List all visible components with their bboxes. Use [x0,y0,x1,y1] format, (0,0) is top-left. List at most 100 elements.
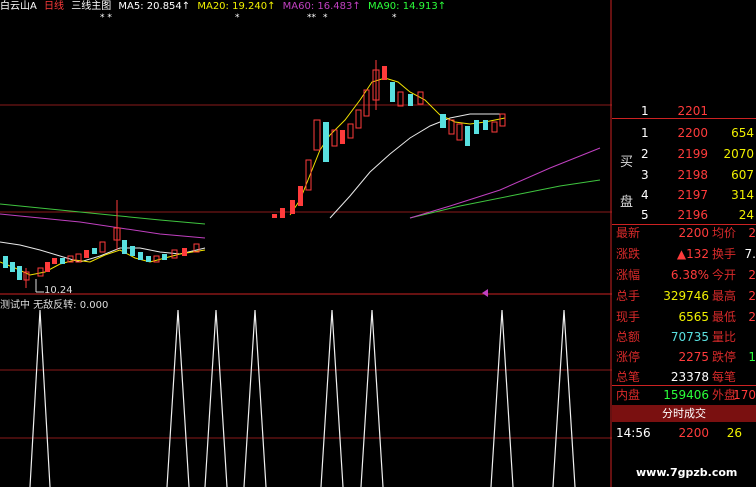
cursor-marker [482,289,488,297]
candle [130,246,135,256]
low-price-label: 10.24 [44,285,73,296]
label-limit-down: 跌停 [712,350,737,364]
bid-volume: 2070 [723,147,754,161]
candle [499,113,506,127]
quote-row-change: 涨跌 ▲132 换手 7. [612,245,756,264]
signal-mark-5: * [392,13,397,23]
ma60-line-right [409,147,601,219]
bid-price: 2199 [677,147,708,161]
candle [298,186,303,206]
value-limit-down: 1 [748,350,756,364]
ma90-readout: MA90: 14.913↑ [367,1,447,12]
ma5-readout: MA5: 20.854↑ [118,1,191,12]
tab-tick-trades-label: 分时成交 [662,407,706,420]
bid-price: 2198 [677,168,708,182]
candle [182,248,187,256]
candle [122,240,127,254]
value-change-pct: 6.38% [670,268,709,282]
candle [448,119,455,135]
stock-name: 白云山A [0,1,37,12]
bid-volume: 314 [731,188,754,202]
spike [204,309,228,487]
label-total-volume: 总手 [616,289,641,303]
period-label[interactable]: 日线 [44,1,64,12]
candles-right [272,60,506,218]
candle [355,109,362,129]
spike [243,309,267,487]
bid-volume: 24 [738,208,754,222]
quote-row-inner-outer: 内盘 159406 外盘 170 [612,386,756,405]
value-low: 2 [748,310,756,324]
signal-mark-3: ** [307,13,317,23]
order-book-partial: 1 2201 [641,104,708,118]
bid-price: 2197 [677,188,708,202]
ma60-line [0,213,206,239]
candle [313,119,321,151]
value-high: 2 [748,289,756,303]
chart-panel[interactable]: * * * ** * * 白云山A 日线 三线主图 MA5: 20.854↑ M… [0,0,737,487]
bid-row[interactable]: 2 2199 2070 [612,144,756,165]
candle [474,120,479,134]
bid-price: 2200 [677,126,708,140]
spike [166,309,190,487]
quote-row-current-volume: 现手 6565 最低 2 [612,308,756,327]
value-total-volume: 329746 [663,289,709,303]
label-high: 最高 [712,289,737,303]
tick-time: 14:56 [616,426,651,440]
candle [280,208,285,218]
label-change-pct: 涨幅 [616,268,641,282]
bid-price: 2196 [677,208,708,222]
candle [84,250,89,258]
candle [390,82,395,102]
label-low: 最低 [712,310,737,324]
candle [397,91,404,107]
bid-volume: 654 [731,126,754,140]
indicator-header: 白云山A 日线 三线主图 MA5: 20.854↑ MA20: 19.240↑ … [0,0,450,14]
bid-row[interactable]: 5 2196 24 [612,205,756,226]
quote-row-limit: 涨停 2275 跌停 1 [612,348,756,367]
spike [320,309,344,487]
value-outer: 170 [733,388,756,402]
candle [408,94,413,106]
indicator-name[interactable]: 三线主图 [71,1,111,12]
candle [10,262,15,272]
candle [162,254,167,260]
bid-row[interactable]: 4 2197 314 [612,185,756,206]
value-avg: 2 [748,226,756,240]
label-avg: 均价 [712,226,737,240]
value-current-volume: 6565 [678,310,709,324]
signal-mark-1: * * [100,13,112,23]
bid-row[interactable]: 3 2198 607 [612,165,756,186]
order-book-top-border [612,118,756,119]
kline-chart[interactable]: * * * ** * * [0,0,612,487]
tick-trade-row: 14:56 2200 26 [612,424,756,443]
quote-row-latest: 最新 2200 均价 2 [612,224,756,243]
candle [60,258,65,264]
spike [490,309,514,487]
tab-tick-trades[interactable]: 分时成交 [612,405,756,422]
value-turnover: 7. [744,247,756,261]
candle [272,214,277,218]
candle [456,123,463,141]
candle [347,123,354,139]
label-inner: 内盘 [616,388,641,402]
candle [323,122,329,162]
quote-row-total-volume: 总手 329746 最高 2 [612,287,756,306]
ma90-line [0,203,206,225]
spike [360,309,384,487]
candle [491,121,498,133]
value-latest: 2200 [678,226,709,240]
bid-level: 4 [641,188,649,202]
candle [92,248,97,254]
bid-level: 5 [641,208,649,222]
bid-volume: 607 [731,168,754,182]
quote-row-amount: 总额 70735 量比 [612,328,756,347]
signal-markers: * * * ** * * [100,13,397,23]
value-inner: 159406 [663,388,709,402]
candle [340,130,345,144]
bid-row[interactable]: 1 2200 654 [612,123,756,144]
spike [552,309,576,487]
candle [363,89,370,117]
value-limit-up: 2275 [678,350,709,364]
candle [17,266,22,280]
